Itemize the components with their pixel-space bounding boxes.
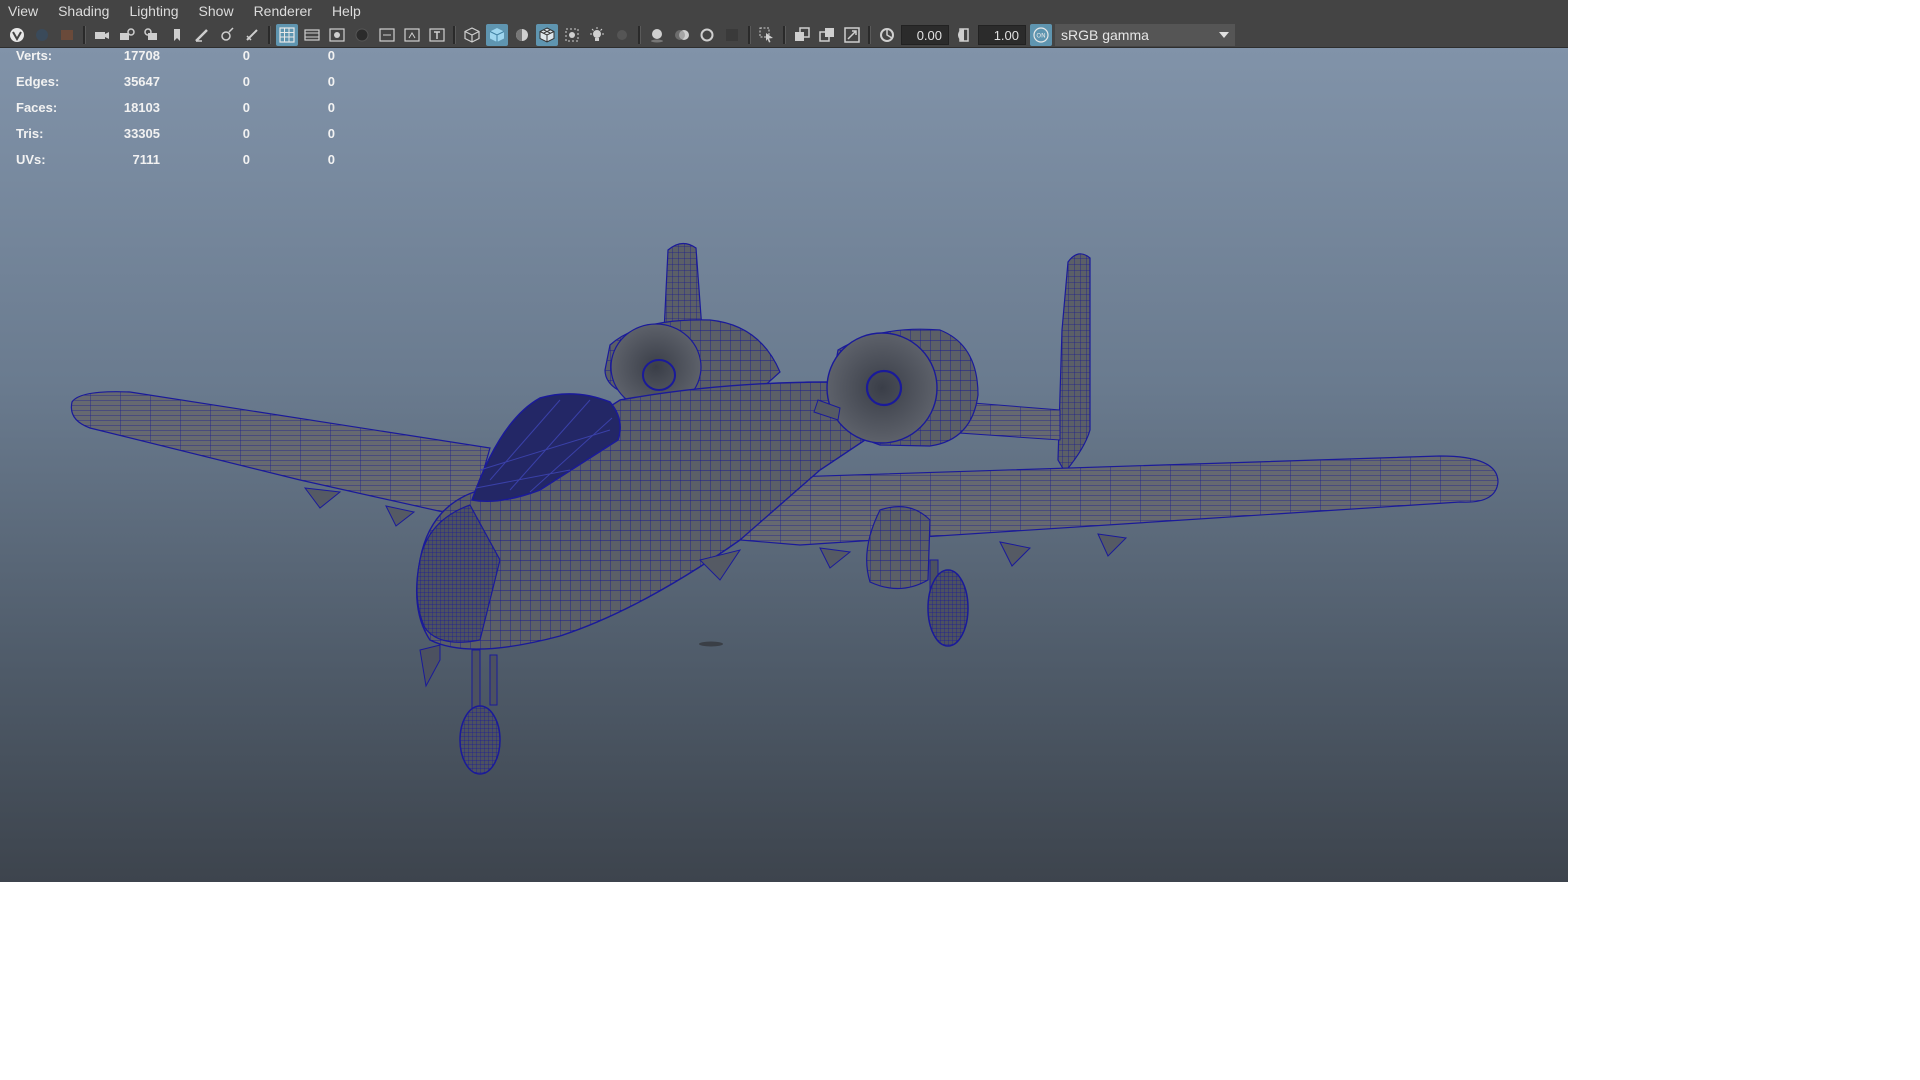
motion-blur-icon[interactable] bbox=[671, 24, 693, 46]
toolbar-separator bbox=[83, 25, 86, 44]
xray-icon[interactable] bbox=[561, 24, 583, 46]
grease-pencil-icon[interactable] bbox=[191, 24, 213, 46]
hud-label: Faces: bbox=[16, 100, 58, 115]
right-wing[interactable] bbox=[739, 455, 1499, 546]
wireframe-icon[interactable] bbox=[461, 24, 483, 46]
safe-title-icon[interactable] bbox=[426, 24, 448, 46]
hud-value-component: 0 bbox=[327, 48, 335, 63]
hud-value-selected: 0 bbox=[242, 126, 250, 141]
exposure-input[interactable]: 0.00 bbox=[901, 24, 949, 45]
hud-value-object: 18103 bbox=[123, 100, 160, 115]
ground-marker bbox=[699, 641, 723, 647]
toolbar-separator bbox=[748, 25, 751, 44]
nose-gear-door bbox=[419, 644, 441, 688]
right-engine-intake[interactable] bbox=[826, 332, 938, 444]
gate-mask-icon[interactable] bbox=[351, 24, 373, 46]
hud-value-object: 7111 bbox=[132, 152, 161, 167]
safe-action-icon[interactable] bbox=[401, 24, 423, 46]
toolbar-separator bbox=[453, 25, 456, 44]
resolution-gate-icon[interactable] bbox=[326, 24, 348, 46]
color-management-icon[interactable]: ON bbox=[1030, 23, 1052, 46]
wireframe-on-shaded-icon[interactable] bbox=[536, 23, 558, 46]
depth-of-field-icon[interactable] bbox=[721, 24, 743, 46]
hud-value-selected: 0 bbox=[242, 152, 250, 167]
menu-shading[interactable]: Shading bbox=[48, 0, 119, 22]
lock-camera-icon[interactable] bbox=[31, 24, 53, 46]
hud-value-object: 35647 bbox=[123, 74, 160, 89]
bookmark-camera-icon[interactable] bbox=[116, 24, 138, 46]
menu-view[interactable]: View bbox=[0, 0, 48, 22]
gamma-input[interactable]: 1.00 bbox=[978, 24, 1026, 45]
hud-label: Edges: bbox=[16, 74, 60, 89]
multisample-antialiasing-icon[interactable] bbox=[696, 24, 718, 46]
right-wing-pylon bbox=[819, 547, 852, 569]
grid-icon[interactable] bbox=[276, 23, 298, 46]
panel-toolbar: 0.00 1.00 ON sRGB gamma bbox=[0, 22, 1568, 48]
hud-value-component: 0 bbox=[327, 100, 335, 115]
film-gate-icon[interactable] bbox=[301, 24, 323, 46]
aircraft-wireframe-model[interactable] bbox=[0, 48, 1568, 882]
default-material-icon[interactable] bbox=[511, 24, 533, 46]
hud-value-component: 0 bbox=[327, 126, 335, 141]
maya-viewport-window: View Shading Lighting Show Renderer Help bbox=[0, 0, 1568, 882]
2d-pan-zoom-icon[interactable] bbox=[216, 24, 238, 46]
right-gear-pod[interactable] bbox=[866, 506, 931, 590]
view-transform-dropdown[interactable]: sRGB gamma bbox=[1055, 23, 1235, 46]
toolbar-separator bbox=[868, 25, 871, 44]
3d-viewport[interactable]: Verts: 17708 0 0 Edges: 35647 0 0 Faces:… bbox=[0, 48, 1568, 882]
image-plane-icon[interactable] bbox=[241, 24, 263, 46]
right-main-wheel[interactable] bbox=[927, 569, 969, 647]
menu-show[interactable]: Show bbox=[189, 0, 244, 22]
left-wing-pylon bbox=[303, 487, 342, 509]
toolbar-separator bbox=[783, 25, 786, 44]
hud-value-component: 0 bbox=[327, 74, 335, 89]
xray-joints-icon[interactable] bbox=[791, 24, 813, 46]
hud-label: Tris: bbox=[16, 126, 44, 141]
isolate-select-icon[interactable] bbox=[756, 24, 778, 46]
use-all-lights-icon[interactable] bbox=[586, 24, 608, 46]
right-vertical-stabilizer[interactable] bbox=[1057, 253, 1091, 474]
panel-menu-bar: View Shading Lighting Show Renderer Help bbox=[0, 0, 1568, 22]
smooth-shade-all-icon[interactable] bbox=[486, 23, 508, 46]
field-chart-icon[interactable] bbox=[376, 24, 398, 46]
previous-view-icon[interactable] bbox=[141, 24, 163, 46]
toolbar-separator bbox=[638, 25, 641, 44]
xray-active-components-icon[interactable] bbox=[816, 24, 838, 46]
hud-value-selected: 0 bbox=[242, 74, 250, 89]
menu-lighting[interactable]: Lighting bbox=[119, 0, 188, 22]
menu-renderer[interactable]: Renderer bbox=[244, 0, 322, 22]
left-vertical-stabilizer[interactable] bbox=[663, 242, 703, 333]
left-wing[interactable] bbox=[70, 391, 491, 519]
left-wing-pylon bbox=[385, 505, 416, 527]
hud-value-object: 17708 bbox=[123, 48, 160, 63]
hud-label: Verts: bbox=[16, 48, 53, 63]
right-wing-pylon bbox=[999, 541, 1032, 567]
backface-culling-icon[interactable] bbox=[841, 24, 863, 46]
toolbar-separator bbox=[268, 25, 271, 44]
menu-help[interactable]: Help bbox=[322, 0, 371, 22]
select-camera-icon[interactable] bbox=[6, 24, 28, 46]
svg-text:ON: ON bbox=[1036, 32, 1045, 39]
screen-space-ambient-occlusion-icon[interactable] bbox=[646, 24, 668, 46]
nose-wheel[interactable] bbox=[459, 705, 501, 775]
hud-value-selected: 0 bbox=[242, 48, 250, 63]
nose-gear-strut bbox=[489, 654, 498, 706]
exposure-icon[interactable] bbox=[876, 24, 898, 46]
hud-value-component: 0 bbox=[327, 152, 335, 167]
hud-value-object: 33305 bbox=[123, 126, 160, 141]
dropdown-arrow-icon[interactable] bbox=[1213, 24, 1235, 46]
bookmark-icon[interactable] bbox=[166, 24, 188, 46]
shadows-icon[interactable] bbox=[611, 24, 633, 46]
view-transform-value: sRGB gamma bbox=[1061, 26, 1149, 43]
camera-attributes-icon[interactable] bbox=[56, 24, 78, 46]
hud-label: UVs: bbox=[16, 152, 46, 167]
gamma-icon[interactable] bbox=[953, 24, 975, 46]
camera-icon[interactable] bbox=[91, 24, 113, 46]
hud-value-selected: 0 bbox=[242, 100, 250, 115]
right-wing-pylon bbox=[1097, 533, 1128, 557]
